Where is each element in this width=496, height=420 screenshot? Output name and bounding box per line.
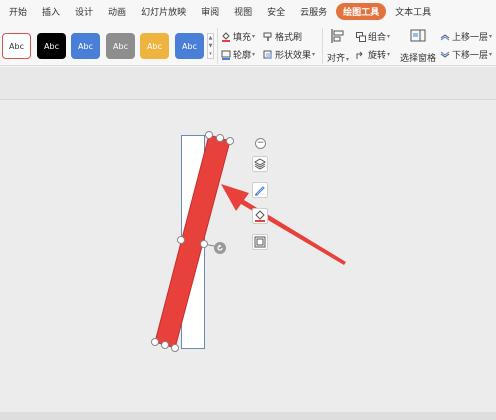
resize-handle-top-right[interactable] <box>226 137 234 145</box>
paint-bucket-icon <box>255 210 265 222</box>
shape-canvas-svg <box>154 134 346 349</box>
shape-outline-button[interactable] <box>252 182 268 198</box>
resize-handle-top-middle[interactable] <box>216 134 224 142</box>
resize-handle-right[interactable] <box>200 240 208 248</box>
rotate-handle[interactable] <box>214 242 226 254</box>
layers-icon <box>254 158 266 170</box>
resize-handle-bottom-middle[interactable] <box>161 341 169 349</box>
shape-frame-button[interactable] <box>252 234 268 250</box>
shape-fill-button[interactable] <box>252 208 268 224</box>
resize-handle-left[interactable] <box>177 236 185 244</box>
red-arrow-annotation <box>221 184 346 265</box>
resize-handle-bottom-left[interactable] <box>151 338 159 346</box>
resize-handle-bottom-right[interactable] <box>171 344 179 352</box>
layers-button[interactable] <box>252 156 268 172</box>
rotate-arrow-icon <box>217 244 223 251</box>
collapse-toolbar-button[interactable]: − <box>255 138 266 149</box>
resize-handle-top[interactable] <box>205 131 213 139</box>
pen-icon <box>255 186 265 196</box>
frame-icon <box>254 236 266 248</box>
